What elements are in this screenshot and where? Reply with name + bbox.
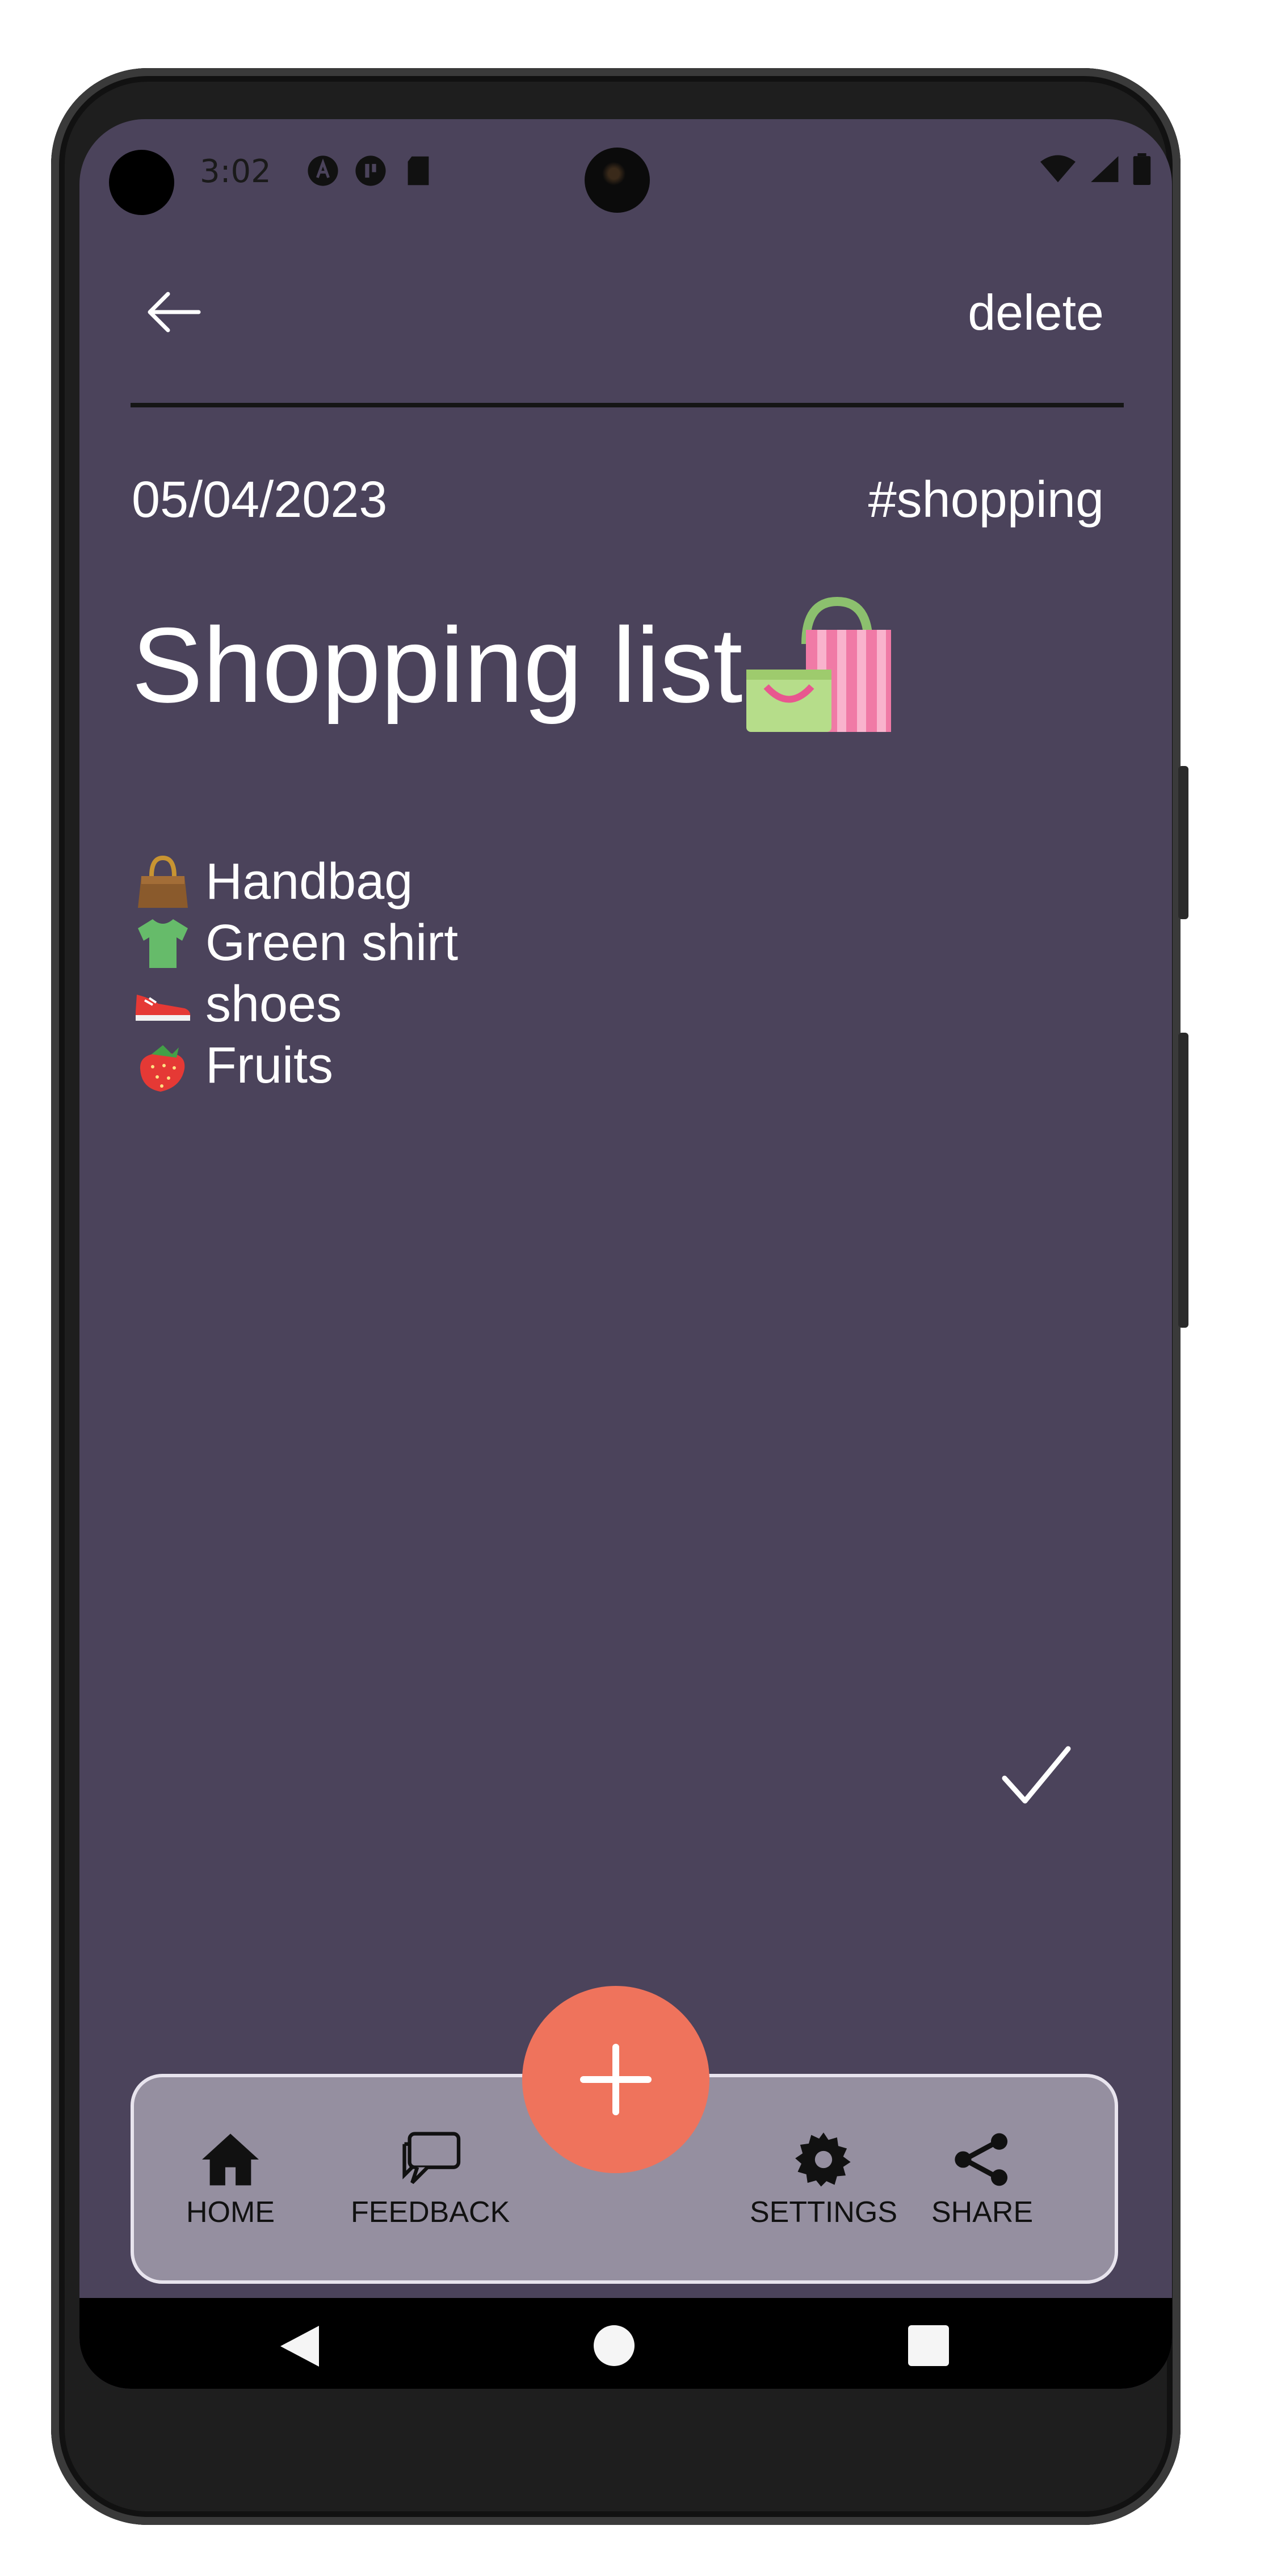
tshirt-icon <box>132 912 194 974</box>
nav-feedback[interactable]: FEEDBACK <box>351 2128 510 2229</box>
home-icon <box>196 2128 264 2191</box>
note-title[interactable]: Shopping list <box>132 590 894 732</box>
notification-icons <box>305 153 436 188</box>
share-icon <box>948 2128 1016 2191</box>
list-item: shoes <box>132 974 458 1035</box>
status-time: 3:02 <box>200 153 271 190</box>
nav-home[interactable]: HOME <box>186 2128 275 2229</box>
system-icons <box>1040 153 1152 187</box>
shopping-bags-icon <box>746 590 894 732</box>
checkmark-icon[interactable] <box>999 1742 1073 1810</box>
strawberry-icon <box>132 1035 194 1096</box>
status-bar: 3:02 <box>79 119 1172 233</box>
status-dot <box>109 150 174 215</box>
wifi-icon <box>1040 154 1076 187</box>
divider <box>131 403 1124 407</box>
settings-icon <box>789 2128 858 2191</box>
plus-icon <box>580 2044 652 2115</box>
nav-settings[interactable]: SETTINGS <box>750 2128 897 2229</box>
system-navigation-bar <box>79 2298 1172 2389</box>
volume-button <box>1178 1033 1188 1328</box>
battery-icon <box>1132 153 1152 187</box>
note-body[interactable]: Handbag Green shirt shoes Fruits <box>132 851 458 1096</box>
feedback-icon <box>396 2128 464 2191</box>
list-item-label: shoes <box>205 975 342 1033</box>
nav-back-icon[interactable] <box>278 2324 321 2371</box>
note-date: 05/04/2023 <box>132 472 388 528</box>
app-screen: 3:02 delete 05/04/2023 #shopping Shoppin… <box>79 119 1172 2389</box>
nav-label: FEEDBACK <box>351 2196 510 2229</box>
list-item: Green shirt <box>132 912 458 974</box>
list-item: Handbag <box>132 851 458 912</box>
sneaker-icon <box>132 974 194 1035</box>
nav-label: SETTINGS <box>750 2196 898 2229</box>
nav-label: SHARE <box>931 2196 1034 2229</box>
note-toolbar: delete <box>79 272 1172 363</box>
nav-label: HOME <box>186 2196 275 2229</box>
note-tag[interactable]: #shopping <box>868 471 1104 529</box>
power-button <box>1178 766 1188 919</box>
app-notification-icon <box>305 153 341 188</box>
nav-home-icon[interactable] <box>594 2325 635 2366</box>
back-arrow-icon[interactable] <box>142 284 204 340</box>
add-note-button[interactable] <box>522 1986 709 2173</box>
signal-icon <box>1088 154 1120 187</box>
sd-card-icon <box>401 153 436 188</box>
front-camera <box>585 148 650 213</box>
list-item-label: Green shirt <box>205 914 459 971</box>
list-item-label: Fruits <box>205 1037 333 1094</box>
nav-share[interactable]: SHARE <box>931 2128 1033 2229</box>
app-notification-icon <box>353 153 388 188</box>
note-title-text: Shopping list <box>132 605 743 725</box>
delete-button[interactable]: delete <box>968 284 1104 342</box>
list-item: Fruits <box>132 1035 458 1096</box>
handbag-icon <box>132 851 194 912</box>
list-item-label: Handbag <box>205 853 413 910</box>
nav-recents-icon[interactable] <box>908 2325 949 2366</box>
